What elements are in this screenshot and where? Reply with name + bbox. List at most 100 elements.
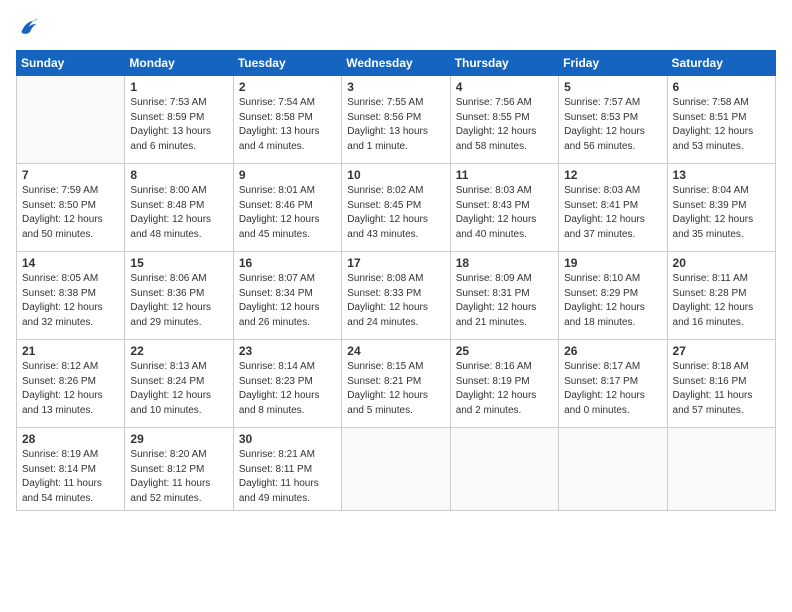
day-number: 17	[347, 256, 444, 270]
weekday-header-monday: Monday	[125, 51, 233, 76]
calendar-cell: 17 Sunrise: 8:08 AMSunset: 8:33 PMDayligh…	[342, 252, 450, 340]
day-number: 6	[673, 80, 770, 94]
calendar-cell: 25 Sunrise: 8:16 AMSunset: 8:19 PMDayligh…	[450, 340, 558, 428]
calendar-cell: 2Sunrise: 7:54 AMSunset: 8:58 PMDaylight…	[233, 76, 341, 164]
day-info: Sunrise: 7:59 AMSunset: 8:50 PMDaylight:…	[22, 184, 119, 242]
calendar-cell: 7Sunrise: 7:59 AMSunset: 8:50 PMDaylight…	[17, 164, 125, 252]
day-info: Sunrise: 7:53 AMSunset: 8:59 PMDaylight:…	[130, 96, 227, 154]
day-info: Sunrise: 8:02 AMSunset: 8:45 PMDaylight:…	[347, 184, 444, 242]
day-number: 20	[673, 256, 770, 270]
calendar-week-row: 1 Sunrise: 7:53 AMSunset: 8:59 PMDaylight…	[17, 76, 776, 164]
day-number: 1	[130, 80, 227, 94]
calendar-cell: 30 Sunrise: 8:21 AMSunset: 8:11 PMDayligh…	[233, 428, 341, 511]
day-info: Sunrise: 8:11 AMSunset: 8:28 PMDaylight:…	[673, 272, 770, 330]
day-info: Sunrise: 8:13 AMSunset: 8:24 PMDaylight:…	[130, 360, 227, 418]
calendar-cell: 26 Sunrise: 8:17 AMSunset: 8:17 PMDayligh…	[559, 340, 667, 428]
calendar-cell: 21Sunrise: 8:12 AMSunset: 8:26 PMDayligh…	[17, 340, 125, 428]
weekday-header-thursday: Thursday	[450, 51, 558, 76]
weekday-header-tuesday: Tuesday	[233, 51, 341, 76]
calendar-cell	[17, 76, 125, 164]
day-number: 11	[456, 168, 553, 182]
day-info: Sunrise: 8:00 AMSunset: 8:48 PMDaylight:…	[130, 184, 227, 242]
day-info: Sunrise: 8:15 AMSunset: 8:21 PMDaylight:…	[347, 360, 444, 418]
calendar-cell: 10 Sunrise: 8:02 AMSunset: 8:45 PMDayligh…	[342, 164, 450, 252]
calendar-cell: 14Sunrise: 8:05 AMSunset: 8:38 PMDayligh…	[17, 252, 125, 340]
calendar-cell: 23 Sunrise: 8:14 AMSunset: 8:23 PMDayligh…	[233, 340, 341, 428]
weekday-header-row: SundayMondayTuesdayWednesdayThursdayFrid…	[17, 51, 776, 76]
calendar-cell: 18 Sunrise: 8:09 AMSunset: 8:31 PMDayligh…	[450, 252, 558, 340]
day-info: Sunrise: 7:56 AMSunset: 8:55 PMDaylight:…	[456, 96, 553, 154]
calendar-week-row: 7Sunrise: 7:59 AMSunset: 8:50 PMDaylight…	[17, 164, 776, 252]
calendar-cell	[667, 428, 775, 511]
day-number: 3	[347, 80, 444, 94]
day-number: 18	[456, 256, 553, 270]
day-number: 23	[239, 344, 336, 358]
day-number: 9	[239, 168, 336, 182]
calendar-cell	[450, 428, 558, 511]
day-number: 22	[130, 344, 227, 358]
day-number: 4	[456, 80, 553, 94]
day-info: Sunrise: 7:54 AMSunset: 8:58 PMDaylight:…	[239, 96, 336, 154]
calendar-cell: 28 Sunrise: 8:19 AMSunset: 8:14 PMDayligh…	[17, 428, 125, 511]
day-info: Sunrise: 8:19 AMSunset: 8:14 PMDaylight:…	[22, 448, 119, 506]
day-number: 21	[22, 344, 119, 358]
day-number: 29	[130, 432, 227, 446]
day-info: Sunrise: 8:03 AMSunset: 8:41 PMDaylight:…	[564, 184, 661, 242]
calendar-cell: 13Sunrise: 8:04 AMSunset: 8:39 PMDayligh…	[667, 164, 775, 252]
calendar-cell: 9 Sunrise: 8:01 AMSunset: 8:46 PMDaylight…	[233, 164, 341, 252]
calendar-cell: 1 Sunrise: 7:53 AMSunset: 8:59 PMDaylight…	[125, 76, 233, 164]
weekday-header-friday: Friday	[559, 51, 667, 76]
day-info: Sunrise: 7:57 AMSunset: 8:53 PMDaylight:…	[564, 96, 661, 154]
day-number: 5	[564, 80, 661, 94]
day-info: Sunrise: 8:08 AMSunset: 8:33 PMDaylight:…	[347, 272, 444, 330]
day-number: 28	[22, 432, 119, 446]
day-info: Sunrise: 7:55 AMSunset: 8:56 PMDaylight:…	[347, 96, 444, 154]
day-number: 10	[347, 168, 444, 182]
day-info: Sunrise: 8:10 AMSunset: 8:29 PMDaylight:…	[564, 272, 661, 330]
day-number: 25	[456, 344, 553, 358]
calendar-table: SundayMondayTuesdayWednesdayThursdayFrid…	[16, 50, 776, 511]
calendar-cell: 22 Sunrise: 8:13 AMSunset: 8:24 PMDayligh…	[125, 340, 233, 428]
day-info: Sunrise: 8:18 AMSunset: 8:16 PMDaylight:…	[673, 360, 770, 418]
day-info: Sunrise: 7:58 AMSunset: 8:51 PMDaylight:…	[673, 96, 770, 154]
day-info: Sunrise: 8:04 AMSunset: 8:39 PMDaylight:…	[673, 184, 770, 242]
calendar-cell: 12 Sunrise: 8:03 AMSunset: 8:41 PMDayligh…	[559, 164, 667, 252]
day-number: 24	[347, 344, 444, 358]
day-info: Sunrise: 8:09 AMSunset: 8:31 PMDaylight:…	[456, 272, 553, 330]
day-number: 15	[130, 256, 227, 270]
day-number: 12	[564, 168, 661, 182]
day-info: Sunrise: 8:20 AMSunset: 8:12 PMDaylight:…	[130, 448, 227, 506]
logo-bird-icon	[16, 16, 38, 38]
day-number: 8	[130, 168, 227, 182]
calendar-cell: 24 Sunrise: 8:15 AMSunset: 8:21 PMDayligh…	[342, 340, 450, 428]
day-info: Sunrise: 8:03 AMSunset: 8:43 PMDaylight:…	[456, 184, 553, 242]
day-number: 19	[564, 256, 661, 270]
weekday-header-sunday: Sunday	[17, 51, 125, 76]
weekday-header-wednesday: Wednesday	[342, 51, 450, 76]
calendar-cell	[342, 428, 450, 511]
day-info: Sunrise: 8:16 AMSunset: 8:19 PMDaylight:…	[456, 360, 553, 418]
day-number: 26	[564, 344, 661, 358]
day-info: Sunrise: 8:14 AMSunset: 8:23 PMDaylight:…	[239, 360, 336, 418]
calendar-cell: 6 Sunrise: 7:58 AMSunset: 8:51 PMDaylight…	[667, 76, 775, 164]
calendar-cell: 11 Sunrise: 8:03 AMSunset: 8:43 PMDayligh…	[450, 164, 558, 252]
day-info: Sunrise: 8:01 AMSunset: 8:46 PMDaylight:…	[239, 184, 336, 242]
day-info: Sunrise: 8:17 AMSunset: 8:17 PMDaylight:…	[564, 360, 661, 418]
weekday-header-saturday: Saturday	[667, 51, 775, 76]
calendar-cell: 20 Sunrise: 8:11 AMSunset: 8:28 PMDayligh…	[667, 252, 775, 340]
page-header	[16, 16, 776, 38]
calendar-cell: 4 Sunrise: 7:56 AMSunset: 8:55 PMDaylight…	[450, 76, 558, 164]
calendar-week-row: 14Sunrise: 8:05 AMSunset: 8:38 PMDayligh…	[17, 252, 776, 340]
day-number: 27	[673, 344, 770, 358]
day-info: Sunrise: 8:21 AMSunset: 8:11 PMDaylight:…	[239, 448, 336, 506]
calendar-cell: 5 Sunrise: 7:57 AMSunset: 8:53 PMDaylight…	[559, 76, 667, 164]
day-number: 14	[22, 256, 119, 270]
calendar-week-row: 28 Sunrise: 8:19 AMSunset: 8:14 PMDayligh…	[17, 428, 776, 511]
calendar-cell: 3 Sunrise: 7:55 AMSunset: 8:56 PMDaylight…	[342, 76, 450, 164]
calendar-cell: 27 Sunrise: 8:18 AMSunset: 8:16 PMDayligh…	[667, 340, 775, 428]
calendar-cell: 15Sunrise: 8:06 AMSunset: 8:36 PMDayligh…	[125, 252, 233, 340]
calendar-week-row: 21Sunrise: 8:12 AMSunset: 8:26 PMDayligh…	[17, 340, 776, 428]
day-number: 30	[239, 432, 336, 446]
calendar-cell: 8 Sunrise: 8:00 AMSunset: 8:48 PMDaylight…	[125, 164, 233, 252]
logo	[16, 16, 42, 38]
